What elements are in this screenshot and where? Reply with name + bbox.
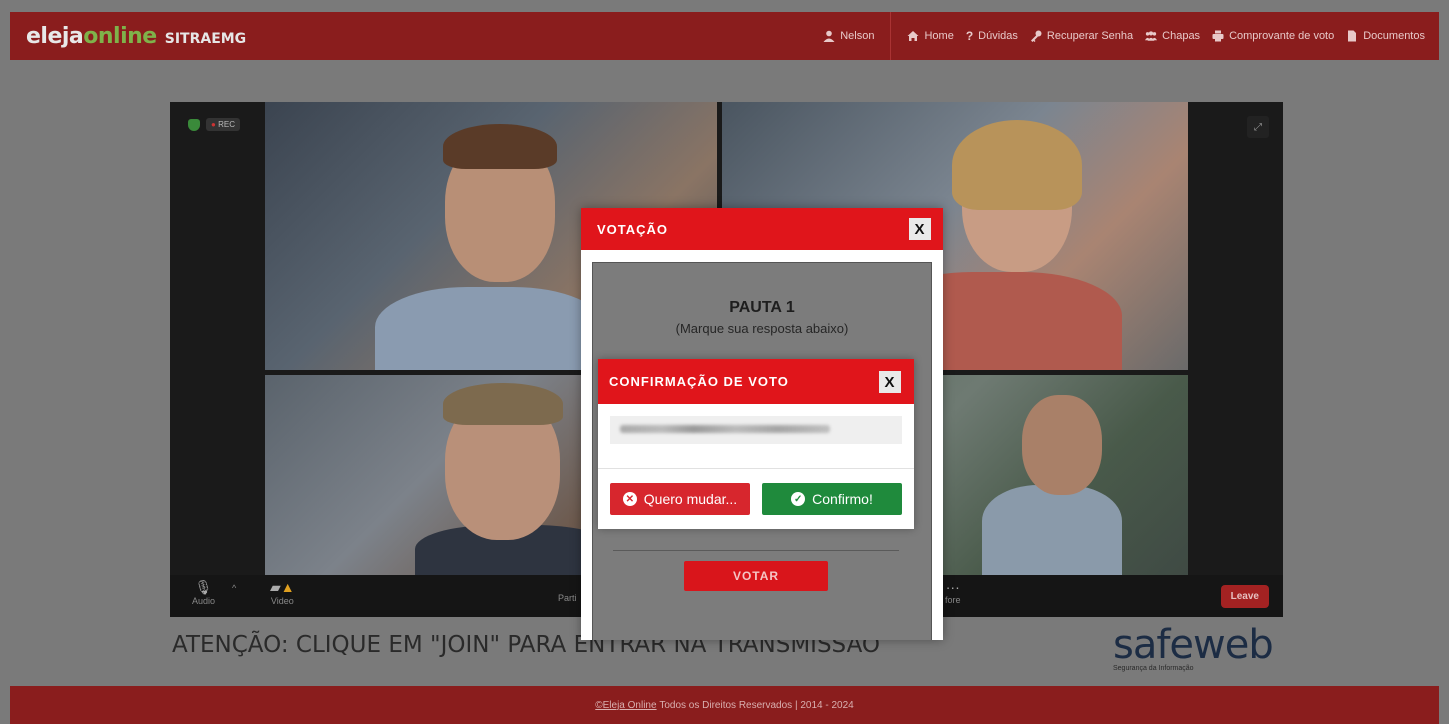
blurred-confirmation-message bbox=[620, 425, 830, 433]
divider bbox=[613, 550, 899, 551]
record-dot-icon: ● bbox=[211, 120, 216, 129]
shield-icon bbox=[188, 118, 200, 131]
brand[interactable]: elejaonline SITRAEMG bbox=[26, 24, 246, 49]
footer-copyright-link[interactable]: ©Eleja Online bbox=[595, 700, 656, 711]
pauta-title: PAUTA 1 bbox=[729, 299, 795, 316]
confirmation-title: CONFIRMAÇÃO DE VOTO bbox=[609, 374, 789, 389]
check-circle-icon: ✓ bbox=[791, 492, 806, 506]
user-icon bbox=[823, 30, 835, 42]
participants-control[interactable]: Parti bbox=[558, 593, 577, 603]
video-control[interactable]: ▰▲ Video bbox=[270, 579, 295, 606]
nav-menu: Nelson Home ? Dúvidas Recuperar Senha Ch… bbox=[817, 12, 1431, 60]
microphone-icon: 🎙 bbox=[194, 579, 213, 595]
safeweb-logo-text: safeweb bbox=[1113, 622, 1274, 668]
quero-mudar-label: Quero mudar... bbox=[643, 491, 738, 507]
safeweb-logo: safeweb Segurança da Informação bbox=[1113, 625, 1283, 680]
nav-documentos-label: Documentos bbox=[1363, 30, 1425, 42]
nav-home[interactable]: Home bbox=[901, 12, 959, 60]
nav-documentos[interactable]: Documentos bbox=[1340, 12, 1431, 60]
confirmation-close-button[interactable]: X bbox=[879, 371, 901, 393]
video-label: Video bbox=[270, 596, 294, 606]
brand-logo: elejaonline bbox=[26, 23, 157, 49]
more-label: fore bbox=[945, 595, 961, 605]
confirmation-header: CONFIRMAÇÃO DE VOTO X bbox=[598, 359, 914, 404]
quero-mudar-button[interactable]: ✕ Quero mudar... bbox=[610, 483, 750, 515]
confirmo-button[interactable]: ✓ Confirmo! bbox=[762, 483, 902, 515]
vote-confirmation-dialog: CONFIRMAÇÃO DE VOTO X ✕ Quero mudar... ✓… bbox=[598, 359, 914, 529]
pauta-heading: PAUTA 1 (Marque sua resposta abaixo) bbox=[593, 299, 931, 336]
voting-modal-close-button[interactable]: X bbox=[909, 218, 931, 240]
nav-recuperar-label: Recuperar Senha bbox=[1046, 30, 1134, 42]
pauta-instructions: (Marque sua resposta abaixo) bbox=[675, 321, 849, 336]
confirmation-message-box bbox=[610, 416, 902, 444]
key-icon bbox=[1030, 30, 1042, 42]
voting-modal-header: VOTAÇÃO X bbox=[581, 208, 943, 250]
users-icon bbox=[1145, 31, 1158, 41]
times-circle-icon: ✕ bbox=[622, 492, 637, 506]
document-icon bbox=[1348, 30, 1357, 42]
participants-label: Parti bbox=[558, 593, 577, 603]
nav-home-label: Home bbox=[924, 30, 954, 42]
nav-user[interactable]: Nelson bbox=[817, 12, 892, 60]
audio-control[interactable]: 🎙 Audio bbox=[192, 579, 215, 606]
nav-comprovante-label: Comprovante de voto bbox=[1229, 30, 1335, 42]
more-dots-icon: ··· bbox=[945, 579, 960, 595]
footer: ©Eleja Online Todos os Direitos Reservad… bbox=[10, 686, 1439, 724]
audio-options-chevron-icon[interactable]: ^ bbox=[232, 583, 236, 593]
voting-modal-title: VOTAÇÃO bbox=[597, 221, 669, 237]
confirmo-label: Confirmo! bbox=[812, 491, 873, 507]
home-icon bbox=[907, 31, 919, 41]
nav-comprovante[interactable]: Comprovante de voto bbox=[1206, 12, 1340, 60]
nav-chapas[interactable]: Chapas bbox=[1139, 12, 1206, 60]
print-icon bbox=[1212, 30, 1224, 42]
votar-button[interactable]: VOTAR bbox=[684, 561, 828, 591]
fullscreen-icon[interactable]: ⤢ bbox=[1247, 116, 1269, 138]
nav-recuperar-senha[interactable]: Recuperar Senha bbox=[1024, 12, 1139, 60]
more-control[interactable]: ··· fore bbox=[945, 579, 961, 605]
footer-text: Todos os Direitos Reservados | 2014 - 20… bbox=[659, 699, 854, 711]
leave-button[interactable]: Leave bbox=[1220, 585, 1269, 608]
nav-duvidas-label: Dúvidas bbox=[978, 30, 1018, 42]
audio-label: Audio bbox=[192, 596, 216, 606]
brand-subtitle: SITRAEMG bbox=[164, 30, 247, 47]
nav-duvidas[interactable]: ? Dúvidas bbox=[960, 12, 1024, 60]
nav-chapas-label: Chapas bbox=[1162, 30, 1201, 42]
recording-indicator: ● REC bbox=[188, 118, 240, 131]
camera-icon: ▰▲ bbox=[270, 579, 295, 595]
rec-badge: ● REC bbox=[206, 118, 240, 131]
top-navbar: elejaonline SITRAEMG Nelson Home ? Dúvid… bbox=[10, 12, 1439, 60]
nav-user-label: Nelson bbox=[840, 30, 875, 42]
divider bbox=[598, 468, 914, 469]
question-icon: ? bbox=[965, 29, 974, 43]
